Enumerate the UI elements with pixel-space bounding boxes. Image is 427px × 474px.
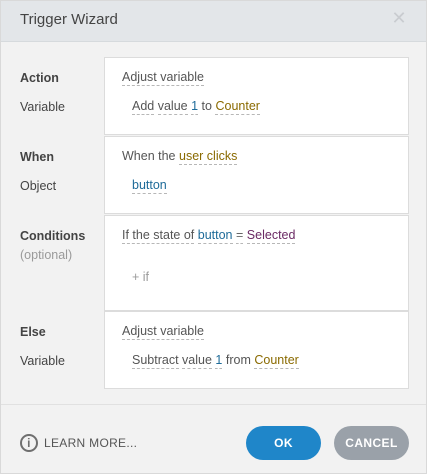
- when-prefix: When the: [122, 149, 176, 163]
- value-amount-link[interactable]: 1: [191, 99, 199, 115]
- action-line2: Add value 1 to Counter: [132, 99, 260, 115]
- operation-add-link[interactable]: Add: [132, 99, 155, 115]
- action-prep: to: [201, 99, 212, 113]
- condition-state-link[interactable]: Selected: [246, 228, 296, 244]
- conditions-section: Conditions (optional) If the state of bu…: [1, 215, 426, 313]
- trigger-wizard-dialog: Trigger Wizard ✕ Action Variable Adjust …: [0, 0, 427, 474]
- condition-operator-link[interactable]: =: [236, 228, 244, 244]
- learn-more-link[interactable]: i LEARN MORE...: [20, 434, 137, 452]
- when-panel: When the user clicks button: [104, 136, 409, 214]
- event-user-clicks-link[interactable]: user clicks: [179, 149, 238, 165]
- conditions-sub-label: (optional): [20, 248, 73, 262]
- object-button-link[interactable]: button: [132, 178, 167, 194]
- action-section: Action Variable Adjust variable Add valu…: [1, 57, 426, 137]
- operation-subtract-link[interactable]: Subtract: [132, 353, 179, 369]
- conditions-label: Conditions: [20, 229, 86, 243]
- else-counter-variable-link[interactable]: Counter: [254, 353, 299, 369]
- else-line2: Subtract value 1 from Counter: [132, 353, 299, 369]
- counter-variable-link[interactable]: Counter: [215, 99, 260, 115]
- else-prep: from: [225, 353, 251, 367]
- condition-line1: If the state of button = Selected: [122, 228, 296, 244]
- dialog-title: Trigger Wizard: [20, 11, 118, 28]
- dialog-titlebar: Trigger Wizard ✕: [1, 1, 426, 42]
- condition-prefix-link[interactable]: If the state of: [122, 228, 195, 244]
- action-line1: Adjust variable: [122, 70, 204, 86]
- value-type-link[interactable]: value: [157, 99, 188, 115]
- when-line1: When the user clicks: [122, 149, 238, 165]
- cancel-button[interactable]: CANCEL: [334, 426, 409, 460]
- when-label: When: [20, 150, 55, 164]
- conditions-panel: If the state of button = Selected + if: [104, 215, 409, 311]
- close-icon[interactable]: ✕: [390, 9, 408, 27]
- action-sub-label: Variable: [20, 100, 65, 114]
- when-section: When Object When the user clicks button: [1, 136, 426, 216]
- else-sub-label: Variable: [20, 354, 65, 368]
- else-panel: Adjust variable Subtract value 1 from Co…: [104, 311, 409, 389]
- else-adjust-variable-link[interactable]: Adjust variable: [122, 324, 204, 340]
- else-value-type-link[interactable]: value: [182, 353, 212, 369]
- dialog-footer: i LEARN MORE... OK CANCEL: [1, 404, 426, 473]
- condition-object-link[interactable]: button: [197, 228, 233, 244]
- add-if-button[interactable]: + if: [132, 270, 149, 284]
- else-value-amount-link[interactable]: 1: [215, 353, 223, 369]
- else-line1: Adjust variable: [122, 324, 204, 340]
- info-icon: i: [20, 434, 38, 452]
- when-line2: button: [132, 178, 167, 194]
- adjust-variable-link[interactable]: Adjust variable: [122, 70, 204, 86]
- ok-button[interactable]: OK: [246, 426, 321, 460]
- learn-more-label: LEARN MORE...: [44, 436, 138, 450]
- else-section: Else Variable Adjust variable Subtract v…: [1, 311, 426, 391]
- else-label: Else: [20, 325, 46, 339]
- action-label: Action: [20, 71, 59, 85]
- when-sub-label: Object: [20, 179, 57, 193]
- action-panel: Adjust variable Add value 1 to Counter: [104, 57, 409, 135]
